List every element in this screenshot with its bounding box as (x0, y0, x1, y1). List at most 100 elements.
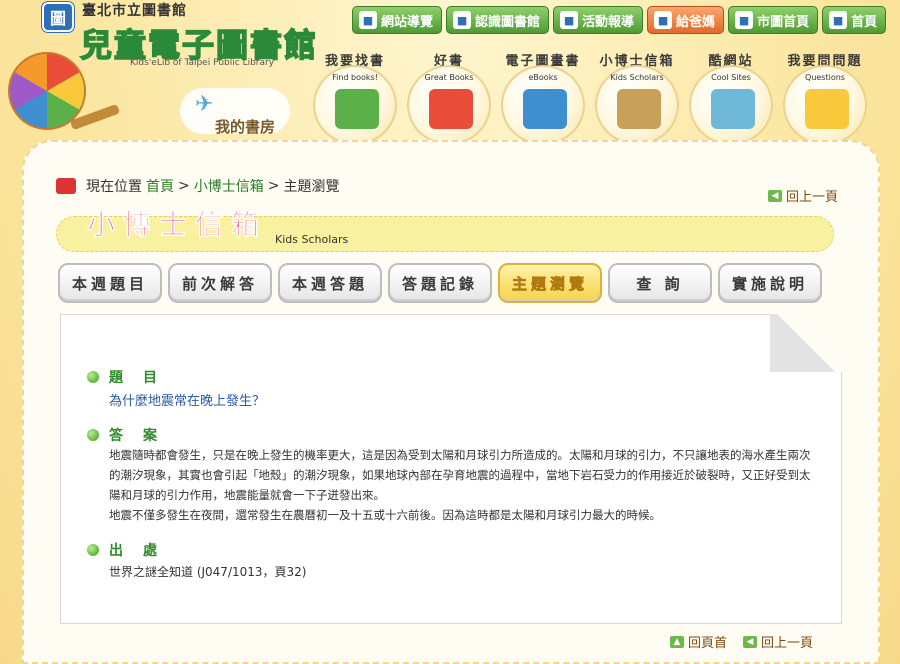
breadcrumb-separator: > (178, 178, 190, 194)
back-arrow-icon: ◀ (768, 189, 782, 202)
top-nav: ■ 網站導覽 ■ 認識圖書館 ■ 活動報導 ■ 給爸媽 ■ 市圖首頁 ■ 首頁 (352, 6, 887, 34)
main-category-nav: 我要找書 Find books! 好書 Great Books 電子圖畫書 eBooks 小… (313, 50, 867, 145)
library-logo-icon: 圖 (42, 2, 74, 32)
bottom-links: ▲ 回頁首 ◀ 回上一頁 (670, 632, 813, 651)
paper-crane-icon: ✈ (195, 92, 214, 117)
breadcrumb-home-link[interactable]: 首頁 (146, 176, 174, 196)
category-illustration-icon (805, 89, 849, 129)
category-title: 我要找書 (324, 54, 385, 69)
tab-0[interactable]: 本週題目 (58, 263, 162, 303)
my-books-link[interactable]: 我的書房 (215, 116, 275, 137)
top-nav-label: 市圖首頁 (757, 14, 810, 30)
tab-6[interactable]: 實施說明 (718, 263, 822, 303)
category-title-en: Questions (805, 73, 845, 82)
house-icon (56, 178, 76, 194)
top-nav-button[interactable]: ■ 網站導覽 (352, 6, 443, 34)
back-to-top-link[interactable]: ▲ 回頁首 (670, 632, 727, 651)
library-home-icon: ■ (735, 11, 754, 29)
news-icon: ■ (560, 11, 579, 29)
tab-2[interactable]: 本週答題 (278, 263, 382, 303)
page-fold-decoration (770, 314, 842, 372)
category-link[interactable]: 酷網站 Cool Sites (689, 50, 773, 145)
home-icon: ■ (829, 11, 848, 29)
category-link[interactable]: 電子圖畫書 eBooks (501, 50, 585, 145)
org-name: 臺北市立圖書館 (82, 3, 187, 19)
category-bubble: eBooks (501, 65, 585, 145)
source-text: 世界之謎全知道 (J047/1013，頁32) (109, 565, 307, 579)
up-arrow-icon: ▲ (670, 635, 684, 648)
parents-icon: ■ (654, 11, 673, 29)
category-illustration-icon (711, 89, 755, 129)
top-nav-button[interactable]: ■ 給爸媽 (647, 6, 725, 34)
category-title-en: Great Books (424, 73, 474, 82)
section-title-bar: 小博士信箱 Kids Scholars (56, 208, 834, 252)
category-illustration-icon (523, 89, 567, 129)
category-link[interactable]: 我要找書 Find books! (313, 50, 397, 145)
breadcrumb-prefix: 現在位置 (86, 179, 142, 195)
breadcrumb-current: 主題瀏覽 (283, 179, 340, 195)
category-bubble: Questions (783, 65, 867, 145)
tab-4[interactable]: 主題瀏覽 (498, 263, 602, 303)
category-title-en: Find books! (332, 73, 378, 82)
sitemap-icon: ■ (359, 11, 377, 29)
tab-3[interactable]: 答題記錄 (388, 263, 492, 303)
answer-heading: 答案 (87, 425, 177, 445)
section-title-en: Kids Scholars (275, 233, 349, 246)
top-nav-label: 認識圖書館 (475, 14, 541, 30)
top-nav-button[interactable]: ■ 認識圖書館 (446, 6, 550, 34)
source-label: 出處 (109, 543, 177, 559)
category-bubble: Find books! (313, 65, 397, 145)
section-title: 小博士信箱 (87, 208, 268, 242)
back-arrow-icon: ◀ (743, 635, 758, 648)
back-link-label: 回上一頁 (786, 190, 839, 205)
question-text: 為什麼地震常在晚上發生？ (109, 394, 266, 409)
category-bubble: Great Books (407, 65, 491, 145)
top-nav-label: 首頁 (851, 14, 878, 30)
top-nav-button[interactable]: ■ 活動報導 (553, 6, 644, 34)
top-nav-label: 給爸媽 (676, 14, 716, 30)
category-title: 好書 (433, 54, 464, 69)
tab-5[interactable]: 查 詢 (608, 263, 712, 303)
category-illustration-icon (617, 89, 661, 129)
breadcrumb: 現在位置 首頁 > 小博士信箱 > 主題瀏覽 (56, 176, 339, 196)
category-title: 電子圖畫書 (505, 54, 581, 69)
category-title: 酷網站 (708, 54, 754, 69)
top-nav-button[interactable]: ■ 首頁 (822, 6, 887, 34)
back-link-bottom-label: 回上一頁 (761, 636, 814, 651)
back-to-top-label: 回頁首 (688, 636, 728, 651)
tab-1[interactable]: 前次解答 (168, 263, 272, 303)
category-link[interactable]: 小博士信箱 Kids Scholars (595, 50, 679, 145)
answer-paragraph-1: 地震隨時都會發生，只是在晚上發生的機率更大，這是因為受到太陽和月球引力所造成的。… (109, 448, 811, 502)
top-nav-button[interactable]: ■ 市圖首頁 (728, 6, 819, 34)
category-illustration-icon (429, 89, 473, 129)
category-title-en: Kids Scholars (610, 73, 664, 82)
top-nav-label: 網站導覽 (381, 14, 434, 30)
bullet-icon (87, 429, 99, 441)
bullet-icon (87, 371, 99, 383)
bullet-icon (87, 544, 99, 556)
breadcrumb-separator: > (267, 178, 280, 194)
source-heading: 出處 (87, 540, 177, 560)
tab-bar: 本週題目 前次解答 本週答題 答題記錄 主題瀏覽查 詢實施說明 (58, 263, 822, 303)
back-link-bottom[interactable]: ◀ 回上一頁 (743, 632, 813, 651)
breadcrumb-section-link[interactable]: 小博士信箱 (194, 176, 264, 196)
category-link[interactable]: 我要問問題 Questions (783, 50, 867, 145)
answer-card: 題目 為什麼地震常在晚上發生？ 答案 地震隨時都會發生，只是在晚上發生的機率更大… (60, 314, 842, 624)
category-title-en: eBooks (528, 73, 558, 82)
answer-label: 答案 (109, 428, 177, 444)
question-heading: 題目 (87, 367, 177, 387)
library-icon: ■ (453, 11, 472, 29)
category-link[interactable]: 好書 Great Books (407, 50, 491, 145)
category-title-en: Cool Sites (711, 73, 751, 82)
category-bubble: Cool Sites (689, 65, 773, 145)
top-nav-label: 活動報導 (582, 14, 635, 30)
category-title: 小博士信箱 (599, 54, 675, 69)
question-label: 題目 (109, 370, 177, 386)
answer-paragraph-2: 地震不僅多發生在夜間，還常發生在農曆初一及十五或十六前後。因為這時都是太陽和月球… (109, 508, 661, 522)
site-title-en: Kids'eLib of Taipei Public Library (130, 58, 275, 68)
site-logo[interactable]: 圖 臺北市立圖書館 兒童電子圖書館 Kids'eLib of Taipei Pu… (40, 0, 320, 70)
category-title: 我要問問題 (787, 54, 863, 69)
back-link-top[interactable]: ◀ 回上一頁 (768, 186, 838, 205)
category-bubble: Kids Scholars (595, 65, 679, 145)
category-illustration-icon (335, 89, 379, 129)
